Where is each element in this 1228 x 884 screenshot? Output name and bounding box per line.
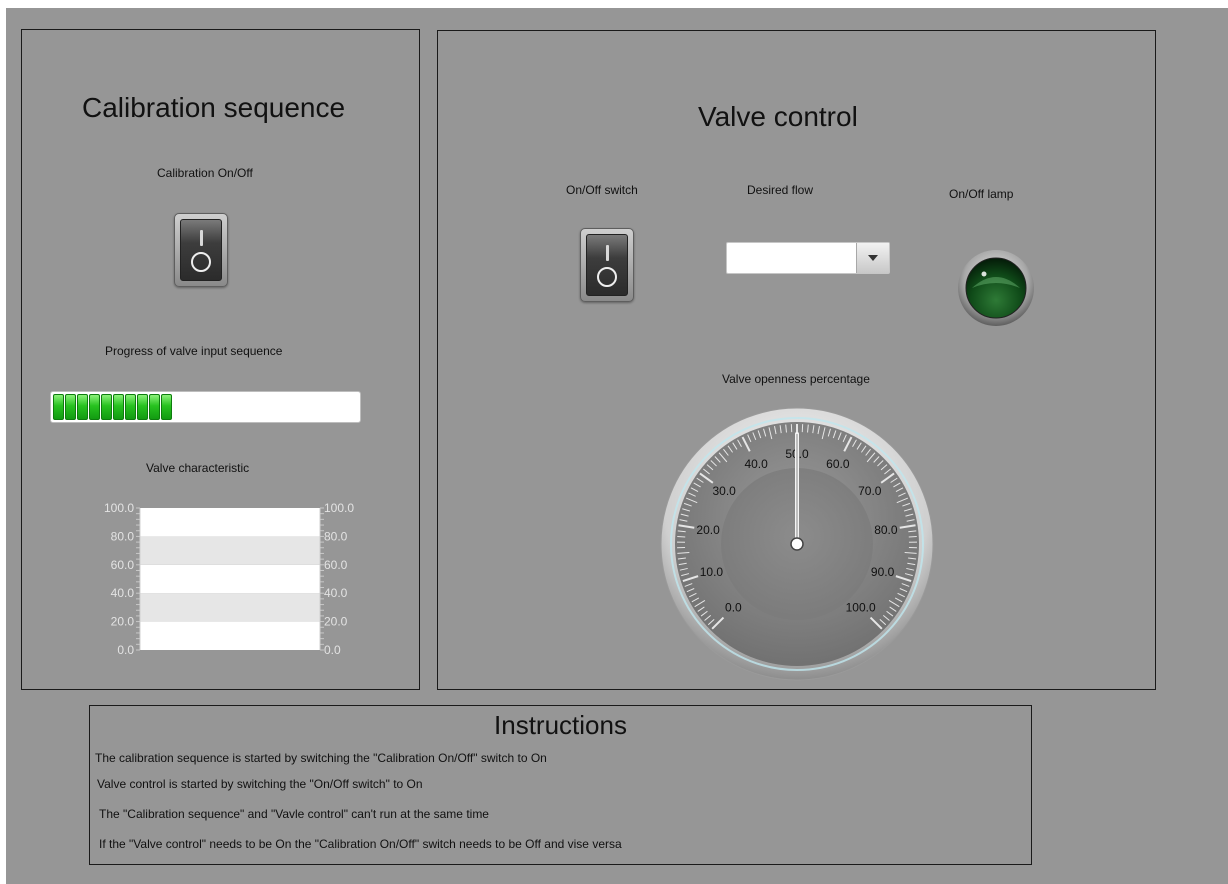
- calibration-switch-label: Calibration On/Off: [157, 166, 253, 180]
- progress-segment: [101, 394, 112, 420]
- y2-tick-label: 40.0: [324, 586, 348, 600]
- progress-segment: [53, 394, 64, 420]
- plot-band: [140, 593, 320, 622]
- chart-title: Valve characteristic: [146, 461, 250, 475]
- progress-fill: [53, 394, 172, 420]
- instructions-panel: Instructions The calibration sequence is…: [89, 705, 1032, 865]
- progress-segment: [149, 394, 160, 420]
- valve-onoff-switch[interactable]: [580, 228, 634, 302]
- progress-segment: [89, 394, 100, 420]
- progress-segment: [137, 394, 148, 420]
- progress-segment: [161, 394, 172, 420]
- y-tick-label: 80.0: [111, 529, 135, 543]
- instruction-line-3: The "Calibration sequence" and "Vavle co…: [99, 807, 489, 821]
- instruction-line-1: The calibration sequence is started by s…: [95, 751, 547, 765]
- on-mark-icon: [199, 230, 203, 246]
- y-tick-label: 100.0: [104, 501, 134, 515]
- gauge-tick-label: 30.0: [713, 484, 737, 498]
- valve-control-panel: Valve control On/Off switch Desired flow…: [437, 30, 1156, 690]
- instructions-title: Instructions: [494, 710, 627, 740]
- progress-bar: [50, 391, 361, 423]
- gauge-tick-label: 70.0: [858, 484, 882, 498]
- off-mark-icon: [191, 252, 211, 272]
- onoff-lamp: [958, 250, 1034, 326]
- y-tick-label: 60.0: [111, 558, 135, 572]
- progress-segment: [77, 394, 88, 420]
- desired-flow-dropdown[interactable]: [726, 242, 890, 274]
- gauge-tick-label: 60.0: [826, 457, 850, 471]
- calibration-panel: Calibration sequence Calibration On/Off …: [21, 29, 420, 690]
- app-background: Calibration sequence Calibration On/Off …: [6, 8, 1228, 884]
- lamp-label: On/Off lamp: [949, 187, 1014, 201]
- progress-segment: [125, 394, 136, 420]
- gauge-tick-label: 90.0: [871, 565, 895, 579]
- gauge-tick-label: 80.0: [874, 523, 898, 537]
- y2-tick-label: 0.0: [324, 643, 341, 657]
- valve-characteristic-chart: 0.0 0.0 20.0 20.0 40.0 40.0 60.0 60.0 80.0 80.0 10…: [104, 501, 354, 657]
- plot-band: [140, 621, 320, 650]
- y-tick-label: 0.0: [117, 643, 134, 657]
- plot-band: [140, 508, 320, 537]
- gauge-tick-label: 100.0: [846, 601, 876, 615]
- progress-segment: [113, 394, 124, 420]
- calibration-title: Calibration sequence: [82, 92, 346, 123]
- gauge-tick-label: 40.0: [744, 457, 768, 471]
- chevron-down-icon: [868, 255, 878, 261]
- desired-flow-label: Desired flow: [747, 183, 814, 197]
- y2-tick-label: 100.0: [324, 501, 354, 515]
- gauge-label: Valve openness percentage: [722, 372, 870, 386]
- progress-segment: [65, 394, 76, 420]
- y-tick-label: 40.0: [111, 586, 135, 600]
- calibration-switch[interactable]: [174, 213, 228, 287]
- progress-label: Progress of valve input sequence: [105, 344, 283, 358]
- gauge-tick: [908, 535, 917, 538]
- plot-band: [140, 564, 320, 594]
- gauge-hub: [790, 537, 804, 551]
- gauge-tick-label: 10.0: [700, 565, 724, 579]
- gauge-tick: [677, 535, 686, 538]
- valve-title: Valve control: [698, 101, 858, 132]
- on-mark-icon: [605, 245, 609, 261]
- instruction-line-2: Valve control is started by switching th…: [97, 777, 423, 791]
- off-mark-icon: [597, 267, 617, 287]
- valve-openness-gauge: 0.010.020.030.040.050.060.070.080.090.01…: [660, 407, 934, 681]
- y-tick-label: 20.0: [111, 615, 135, 629]
- dropdown-arrow-button[interactable]: [856, 243, 889, 273]
- y2-tick-label: 60.0: [324, 558, 348, 572]
- y2-tick-label: 20.0: [324, 615, 348, 629]
- y2-tick-label: 80.0: [324, 529, 348, 543]
- instruction-line-4: If the "Valve control" needs to be On th…: [99, 837, 622, 851]
- plot-band: [140, 536, 320, 565]
- gauge-tick-label: 0.0: [725, 601, 742, 615]
- gauge-tick-label: 20.0: [696, 523, 720, 537]
- valve-switch-label: On/Off switch: [566, 183, 638, 197]
